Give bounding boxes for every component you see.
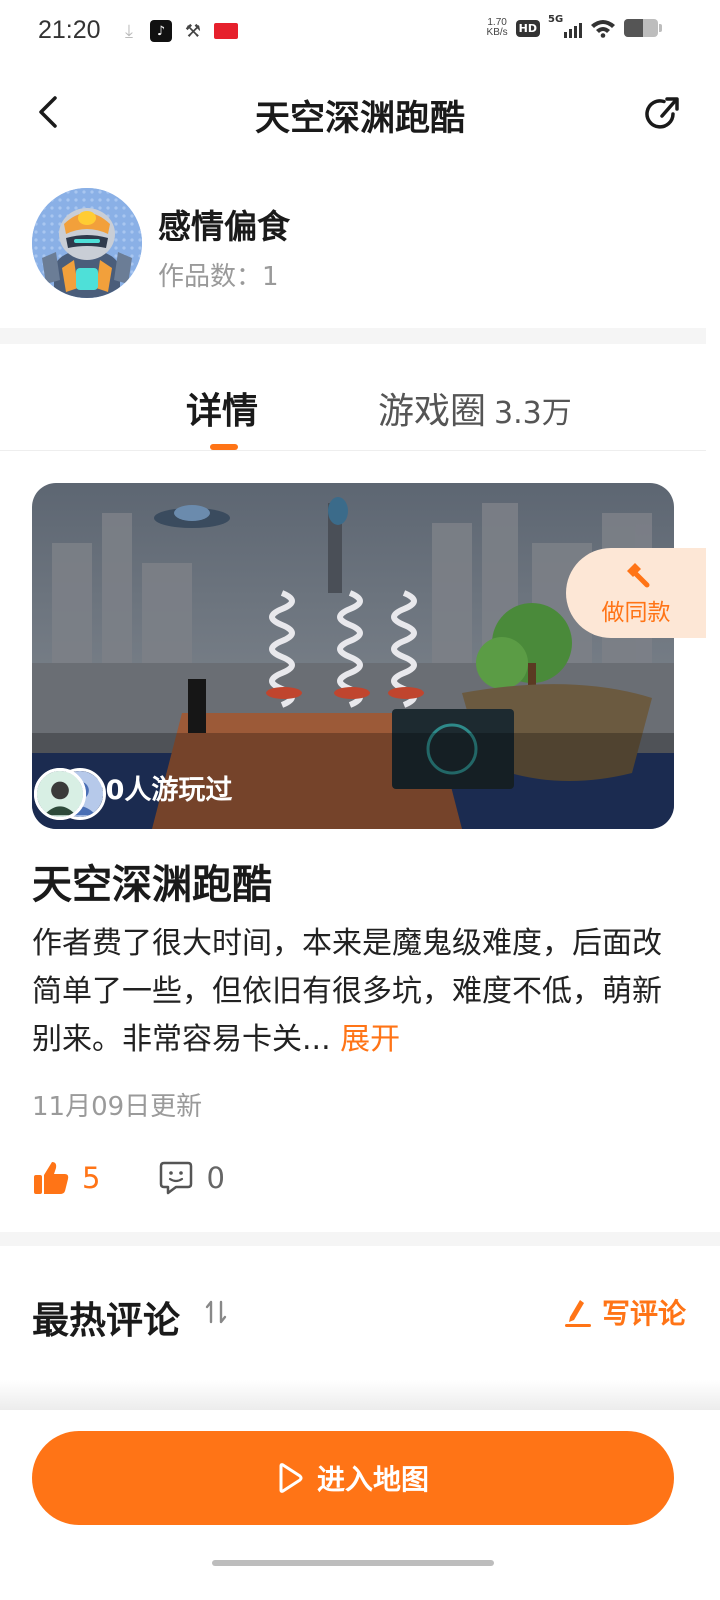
works-count: 1 [262, 262, 279, 292]
comment-button[interactable]: 0 [158, 1160, 225, 1196]
hot-comments-title: 最热评论 [32, 1299, 180, 1342]
share-button[interactable] [636, 88, 688, 140]
battery-cap [659, 24, 662, 32]
tab-game-circle-label: 游戏圈 [378, 391, 487, 432]
make-same-button[interactable]: 做同款 [566, 548, 706, 638]
like-count: 5 [82, 1161, 101, 1195]
player-avatar [34, 768, 86, 820]
net-speed: 1.70 KB/s [487, 18, 508, 38]
tiktok-icon: ♪ [150, 20, 172, 42]
system-icons: 1.70 KB/s HD 5G [487, 14, 662, 38]
played-row: 230人游玩过 [34, 768, 232, 820]
comment-count: 0 [206, 1161, 225, 1195]
enter-map-label: 进入地图 [316, 1463, 429, 1496]
net-speed-unit: KB/s [486, 27, 508, 38]
game-cover-image[interactable]: 230人游玩过 [32, 483, 674, 829]
share-icon [645, 97, 679, 129]
tab-game-circle-count: 3.3万 [494, 396, 572, 431]
section-divider [0, 1232, 720, 1246]
game-description: 作者费了很大时间，本来是魔鬼级难度，后面改简单了一些，但依旧有很多坑，难度不低，… [32, 920, 672, 1064]
author-name[interactable]: 感情偏食 [158, 200, 290, 248]
wifi-icon [591, 20, 615, 38]
signal-icon: 5G [548, 14, 582, 38]
expand-link[interactable]: 展开 [340, 1022, 400, 1057]
status-time: 21:20 [38, 16, 101, 44]
sort-icon[interactable] [202, 1298, 230, 1326]
header: 天空深渊跑酷 [0, 70, 720, 160]
network-label: 5G [548, 14, 564, 25]
download-icon: ⤓ [125, 20, 133, 42]
write-comment-button[interactable]: 写评论 [562, 1292, 686, 1332]
home-indicator[interactable] [212, 1560, 494, 1566]
hd-icon: HD [515, 19, 540, 37]
play-icon [279, 1463, 303, 1493]
status-bar: 21:20 ⤓ ♪ ⚒ 1.70 KB/s HD 5G [0, 0, 720, 64]
bottom-shadow [0, 1380, 720, 1410]
game-title: 天空深渊跑酷 [32, 862, 272, 908]
tab-game-circle[interactable]: 游戏圈 3.3万 [378, 382, 572, 434]
section-divider [0, 328, 706, 344]
tab-detail[interactable]: 详情 [186, 382, 258, 434]
update-date: 11月09日更新 [32, 1092, 203, 1122]
action-row: 5 0 [32, 1156, 225, 1200]
comment-icon [160, 1161, 193, 1195]
write-comment-label: 写评论 [601, 1297, 686, 1330]
tools-icon: ⚒ [184, 20, 202, 42]
hammer-icon [627, 563, 650, 588]
enter-map-button[interactable]: 进入地图 [32, 1431, 674, 1525]
tab-bar: 详情 游戏圈 3.3万 [0, 364, 720, 452]
tab-detail-label: 详情 [186, 391, 259, 432]
pen-icon [564, 1300, 591, 1327]
author-card[interactable]: 感情偏食 作品数：1 [32, 186, 692, 300]
toutiao-icon [214, 23, 238, 39]
thumbs-up-icon [34, 1162, 69, 1194]
page-title: 天空深渊跑酷 [254, 99, 465, 139]
battery-icon [624, 19, 658, 37]
works-count-row: 作品数：1 [158, 256, 279, 293]
tabs-divider [0, 450, 706, 451]
author-avatar[interactable] [32, 188, 142, 298]
like-button[interactable]: 5 [32, 1160, 100, 1196]
notification-icons: ⤓ ♪ ⚒ [118, 20, 238, 42]
works-label: 作品数： [158, 262, 263, 292]
make-same-label: 做同款 [601, 600, 671, 626]
